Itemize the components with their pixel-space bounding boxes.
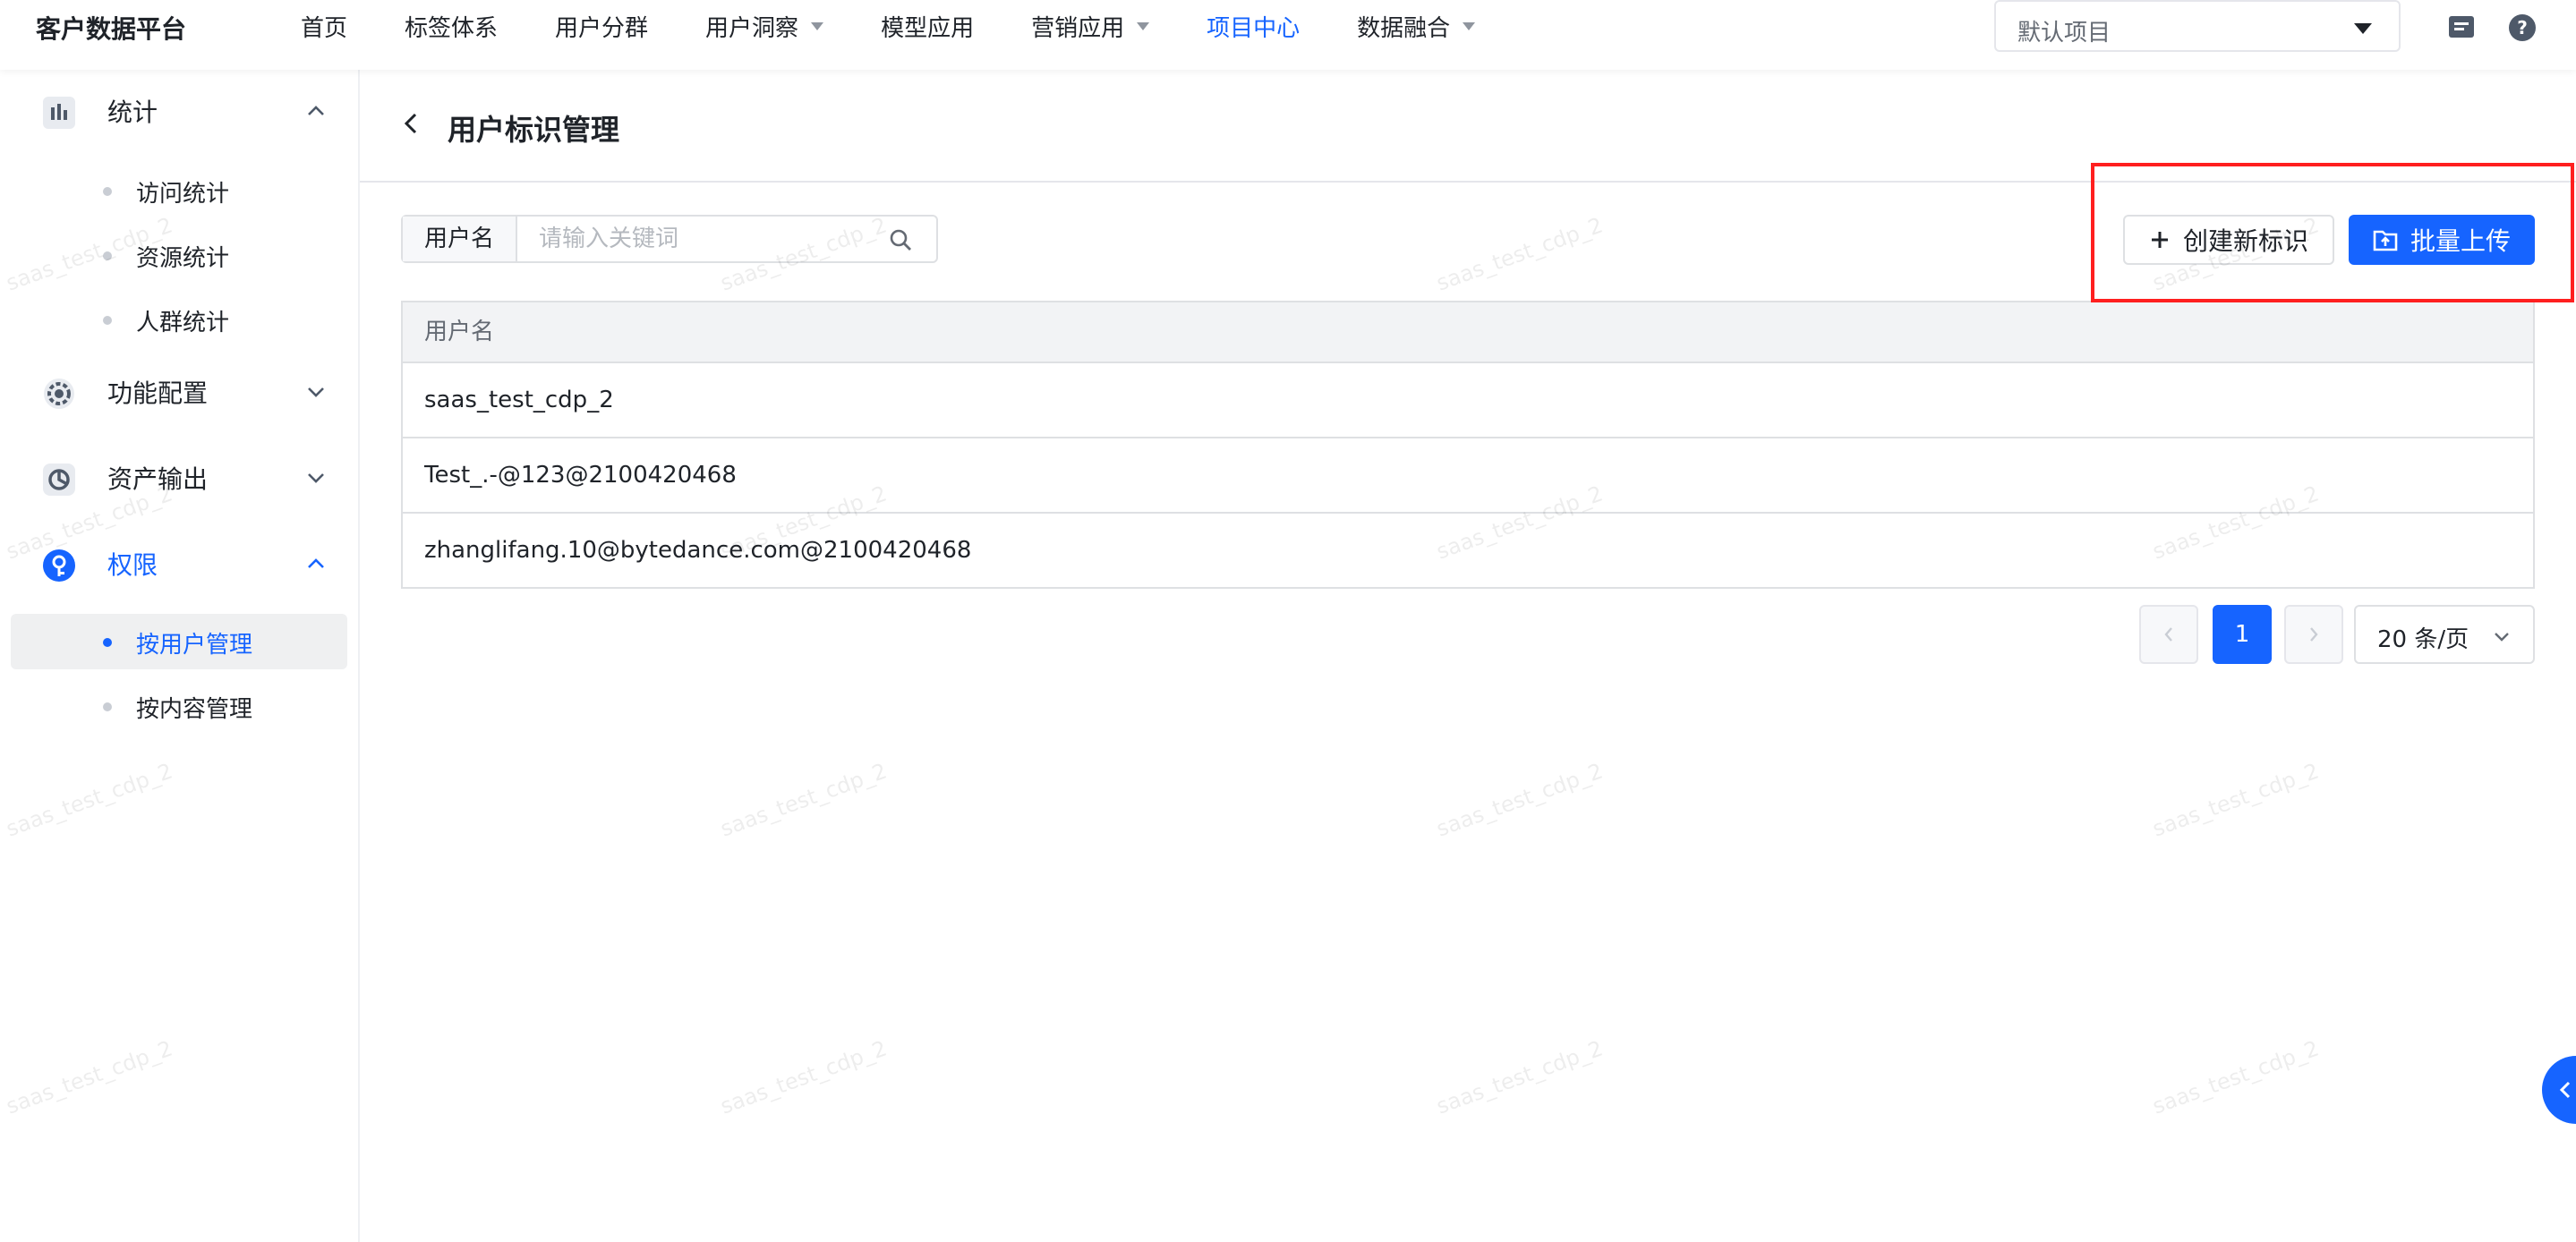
chevron-down-icon [308,387,324,397]
chevron-left-icon [2559,1081,2571,1099]
caret-down-icon [1137,22,1150,30]
chevron-up-icon [308,106,324,115]
table-row: saas_test_cdp_2 [403,363,2533,438]
nav-item-marketing[interactable]: 营销应用 [1031,10,1150,43]
create-identifier-button[interactable]: 创建新标识 [2123,215,2334,265]
project-select-value: 默认项目 [2017,20,2111,47]
top-navigation-bar: 客户数据平台 首页 标签体系 用户分群 用户洞察 模型应用 营销应用 项目中心 … [0,0,2576,70]
sidebar-item-user-management[interactable]: 按用户管理 [11,614,347,669]
search-bar: 用户名 [401,215,938,263]
app-title: 客户数据平台 [36,14,187,44]
upload-folder-icon [2373,230,2398,251]
sidebar-item-content-management[interactable]: 按内容管理 [11,678,347,734]
pagination-prev-button[interactable] [2139,605,2198,664]
nav-item-model-app[interactable]: 模型应用 [881,10,974,43]
key-icon [43,549,75,582]
page-title: 用户标识管理 [448,113,620,147]
caret-down-icon [1463,22,1476,30]
nav-item-project-center[interactable]: 项目中心 [1207,10,1300,43]
sidebar-item-visit-stats[interactable]: 访问统计 [11,163,347,218]
plus-icon [2151,232,2168,248]
chevron-down-icon [2495,633,2509,642]
message-icon[interactable] [2446,13,2477,43]
dropdown-arrow-icon [2354,23,2372,34]
nav-item-user-segment[interactable]: 用户分群 [555,10,648,43]
bar-chart-icon [43,97,75,129]
nav-item-user-insight[interactable]: 用户洞察 [705,10,824,43]
pagination-next-button[interactable] [2284,605,2343,664]
chevron-up-icon [308,558,324,568]
main-content: 用户标识管理 用户名 创建新标识 批量上传 用户名 saas_test_cdp_… [360,70,2576,1242]
search-field-label: 用户名 [403,217,517,261]
chevron-right-icon [2310,627,2318,642]
batch-upload-button[interactable]: 批量上传 [2349,215,2535,265]
page-size-select[interactable]: 20 条/页 [2354,605,2535,664]
nav-item-data-fusion[interactable]: 数据融合 [1357,10,1476,43]
pagination-page-1[interactable]: 1 [2213,605,2272,664]
back-arrow-icon[interactable] [399,111,424,136]
sidebar-group-permissions[interactable]: 权限 [0,537,358,591]
sidebar-group-stats[interactable]: 统计 [0,84,358,138]
sidebar-group-asset-output[interactable]: 资产输出 [0,451,358,505]
export-icon [43,464,75,496]
sidebar-item-crowd-stats[interactable]: 人群统计 [11,292,347,347]
nav-item-home[interactable]: 首页 [301,10,347,43]
chevron-left-icon [2164,627,2172,642]
search-input[interactable] [517,217,936,261]
sidebar: 统计 访问统计 资源统计 人群统计 功能配置 资产输出 权限 按用户管理 按内容… [0,70,360,1242]
table-header-username: 用户名 [403,302,2533,363]
sidebar-group-feature-config[interactable]: 功能配置 [0,365,358,419]
user-identifier-table: 用户名 saas_test_cdp_2 Test_.-@123@21004204… [401,301,2535,589]
table-row: Test_.-@123@2100420468 [403,438,2533,514]
svg-text:?: ? [2517,17,2528,38]
chevron-down-icon [308,473,324,483]
project-select[interactable]: 默认项目 [1994,0,2401,52]
sidebar-item-resource-stats[interactable]: 资源统计 [11,227,347,283]
caret-down-icon [811,22,824,30]
page-header: 用户标识管理 [360,70,2576,183]
nav-item-tag-system[interactable]: 标签体系 [405,10,498,43]
search-icon[interactable] [888,227,913,252]
gear-icon [44,379,74,409]
table-row: zhanglifang.10@bytedance.com@2100420468 [424,537,972,564]
help-icon[interactable]: ? [2507,13,2538,43]
main-nav: 首页 标签体系 用户分群 用户洞察 模型应用 营销应用 项目中心 数据融合 [301,10,1532,43]
